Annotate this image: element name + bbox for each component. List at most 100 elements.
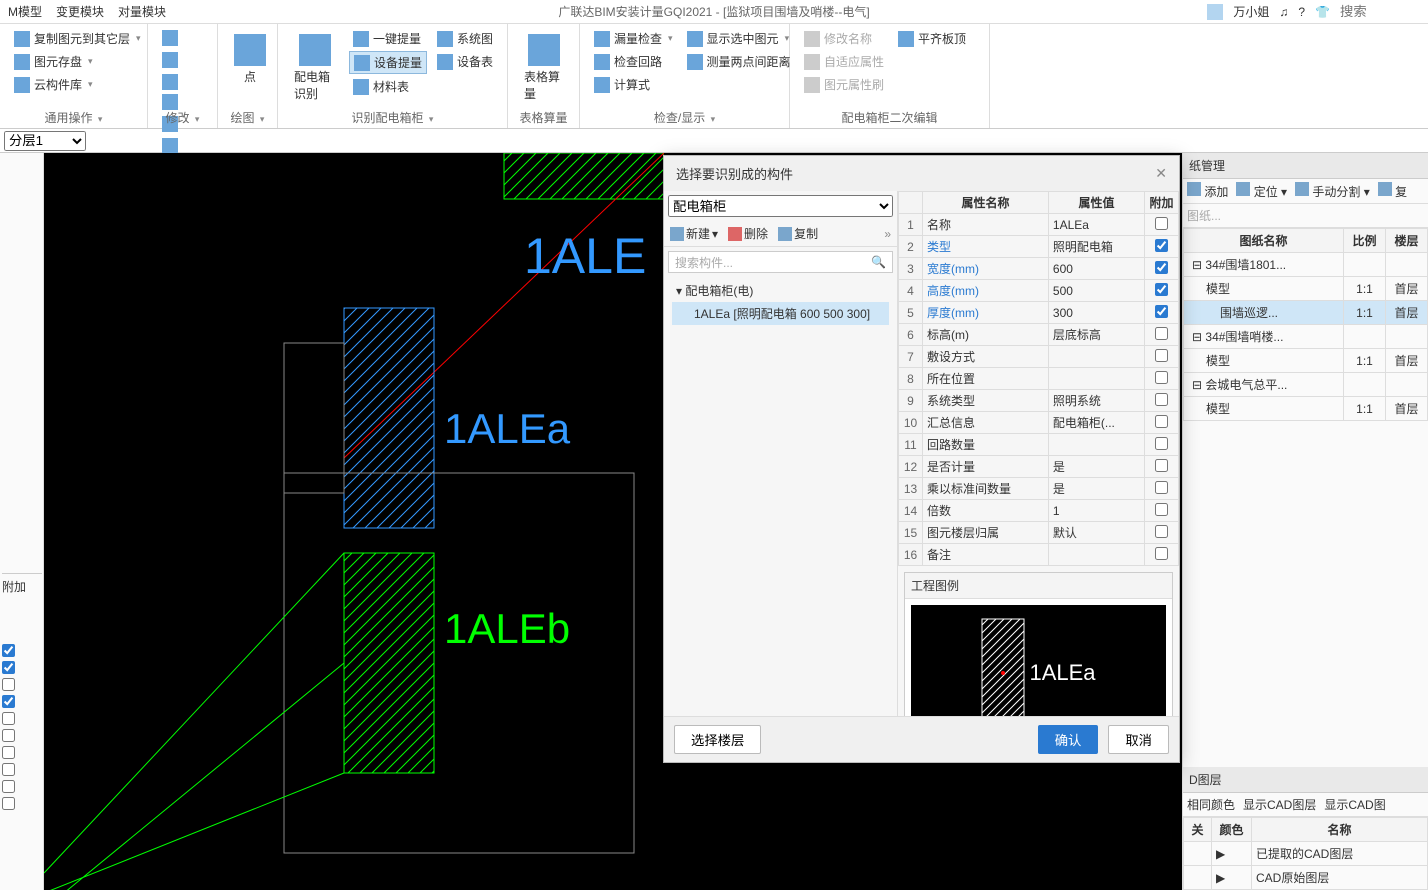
prop-row[interactable]: 12是否计量是 bbox=[899, 456, 1179, 478]
floor-bar: 分层1 bbox=[0, 129, 1428, 153]
measure-dist[interactable]: 测量两点间距离 bbox=[683, 51, 795, 72]
table-calc[interactable]: 表格算量 bbox=[518, 28, 569, 108]
select-component-dialog: 选择要识别成的构件 ✕ 配电箱柜 新建 ▾ 删除 复制 » 搜索构件...🔍 ▾… bbox=[663, 155, 1180, 763]
ok-button[interactable]: 确认 bbox=[1038, 725, 1099, 754]
copy-to-layers[interactable]: 复制图元到其它层▾ bbox=[10, 28, 145, 49]
group-label: 表格算量 bbox=[519, 109, 567, 126]
system-diagram[interactable]: 系统图 bbox=[433, 28, 497, 49]
global-search[interactable] bbox=[1340, 4, 1420, 19]
chk6[interactable] bbox=[2, 729, 15, 742]
shirt-icon[interactable]: 👕 bbox=[1315, 5, 1330, 19]
search-icon: 🔍 bbox=[871, 255, 886, 269]
copy-button[interactable]: 复制 bbox=[778, 225, 818, 242]
prop-row[interactable]: 11回路数量 bbox=[899, 434, 1179, 456]
calc-expr[interactable]: 计算式 bbox=[590, 74, 677, 95]
prop-row[interactable]: 10汇总信息配电箱柜(... bbox=[899, 412, 1179, 434]
chk8[interactable] bbox=[2, 763, 15, 776]
left-sidebar: 附加 bbox=[0, 153, 44, 890]
menu-change[interactable]: 变更模块 bbox=[56, 3, 104, 20]
show-cad[interactable]: 显示CAD图 bbox=[1324, 796, 1385, 813]
modify-b[interactable] bbox=[158, 50, 182, 70]
drawing-row[interactable]: 围墙巡逻...1:1首层 bbox=[1184, 301, 1428, 325]
prop-row[interactable]: 2类型照明配电箱 bbox=[899, 236, 1179, 258]
prop-row[interactable]: 4高度(mm)500 bbox=[899, 280, 1179, 302]
drawing-row[interactable]: ⊟ 34#围墙1801... bbox=[1184, 253, 1428, 277]
help-icon[interactable]: ? bbox=[1298, 5, 1305, 19]
draw-point[interactable]: 点 bbox=[228, 28, 272, 91]
layer-row[interactable]: ▶CAD原始图层 bbox=[1184, 866, 1428, 890]
show-selected[interactable]: 显示选中图元▾ bbox=[683, 28, 795, 49]
tree-item-1alea[interactable]: 1ALEa [照明配电箱 600 500 300] bbox=[672, 302, 889, 325]
prop-row[interactable]: 9系统类型照明系统 bbox=[899, 390, 1179, 412]
locate-drawing[interactable]: 定位 ▾ bbox=[1236, 182, 1287, 200]
align-slab-top[interactable]: 平齐板顶 bbox=[894, 28, 970, 49]
menu-model[interactable]: M模型 bbox=[8, 3, 42, 20]
prop-row[interactable]: 6标高(m)层底标高 bbox=[899, 324, 1179, 346]
device-table[interactable]: 设备表 bbox=[433, 51, 497, 72]
modify-c[interactable] bbox=[158, 72, 182, 92]
drawing-search[interactable]: 图纸... bbox=[1187, 207, 1221, 224]
drawing-row[interactable]: 模型1:1首层 bbox=[1184, 277, 1428, 301]
group-label: 检查/显示 ▾ bbox=[654, 109, 715, 126]
more-icon[interactable]: » bbox=[884, 225, 891, 242]
prop-row[interactable]: 8所在位置 bbox=[899, 368, 1179, 390]
prop-row[interactable]: 7敷设方式 bbox=[899, 346, 1179, 368]
save-elements[interactable]: 图元存盘▾ bbox=[10, 51, 145, 72]
prop-row[interactable]: 16备注 bbox=[899, 544, 1179, 566]
drawing-row[interactable]: ⊟ 会城电气总平... bbox=[1184, 373, 1428, 397]
drawings-table[interactable]: 图纸名称比例楼层 ⊟ 34#围墙1801...模型1:1首层围墙巡逻...1:1… bbox=[1183, 228, 1428, 421]
dialog-title: 选择要识别成的构件 bbox=[676, 164, 793, 183]
component-search[interactable]: 搜索构件...🔍 bbox=[668, 251, 893, 273]
chk2[interactable] bbox=[2, 661, 15, 674]
panel-recognize[interactable]: 配电箱识别 bbox=[288, 28, 343, 108]
drawing-row[interactable]: 模型1:1首层 bbox=[1184, 349, 1428, 373]
avatar[interactable] bbox=[1207, 4, 1223, 20]
close-icon[interactable]: ✕ bbox=[1155, 165, 1167, 182]
floor-select[interactable]: 分层1 bbox=[4, 131, 86, 151]
category-select[interactable]: 配电箱柜 bbox=[668, 195, 893, 217]
cad-layer-header: D图层 bbox=[1183, 767, 1428, 793]
menu-compare[interactable]: 对量模块 bbox=[118, 3, 166, 20]
chk7[interactable] bbox=[2, 746, 15, 759]
show-cad-layer[interactable]: 显示CAD图层 bbox=[1243, 796, 1316, 813]
chk1[interactable] bbox=[2, 644, 15, 657]
drawing-row[interactable]: 模型1:1首层 bbox=[1184, 397, 1428, 421]
manual-split[interactable]: 手动分割 ▾ bbox=[1295, 182, 1370, 200]
modify-a[interactable] bbox=[158, 28, 182, 48]
chk5[interactable] bbox=[2, 712, 15, 725]
prop-row[interactable]: 15图元楼层归属默认 bbox=[899, 522, 1179, 544]
prop-brush: 图元属性刷 bbox=[800, 74, 888, 95]
one-key-qty[interactable]: 一键提量 bbox=[349, 28, 427, 49]
right-panel: 纸管理 添加 定位 ▾ 手动分割 ▾ 复 图纸... 图纸名称比例楼层 ⊟ 34… bbox=[1182, 153, 1428, 890]
leak-check[interactable]: 漏量检查▾ bbox=[590, 28, 677, 49]
prop-row[interactable]: 1名称1ALEa bbox=[899, 214, 1179, 236]
property-table[interactable]: 属性名称属性值附加 1名称1ALEa2类型照明配电箱3宽度(mm)6004高度(… bbox=[898, 191, 1179, 566]
legend-panel: 工程图例 1ALEa bbox=[904, 572, 1173, 716]
delete-button[interactable]: 删除 bbox=[728, 225, 768, 242]
chk9[interactable] bbox=[2, 780, 15, 793]
cancel-button[interactable]: 取消 bbox=[1108, 725, 1169, 754]
chk3[interactable] bbox=[2, 678, 15, 691]
prop-row[interactable]: 13乘以标准间数量是 bbox=[899, 478, 1179, 500]
layer-row[interactable]: ▶已提取的CAD图层 bbox=[1184, 842, 1428, 866]
material-table[interactable]: 材料表 bbox=[349, 76, 427, 97]
copy-drawing[interactable]: 复 bbox=[1378, 182, 1407, 200]
prop-row[interactable]: 5厚度(mm)300 bbox=[899, 302, 1179, 324]
cloud-library[interactable]: 云构件库▾ bbox=[10, 74, 145, 95]
prop-row[interactable]: 3宽度(mm)600 bbox=[899, 258, 1179, 280]
check-circuit[interactable]: 检查回路 bbox=[590, 51, 677, 72]
left-label: 附加 bbox=[2, 573, 42, 595]
chk4[interactable] bbox=[2, 695, 15, 708]
chk10[interactable] bbox=[2, 797, 15, 810]
add-drawing[interactable]: 添加 bbox=[1187, 182, 1228, 200]
device-qty[interactable]: 设备提量 bbox=[349, 51, 427, 74]
same-color[interactable]: 相同颜色 bbox=[1187, 796, 1235, 813]
prop-row[interactable]: 14倍数1 bbox=[899, 500, 1179, 522]
select-floor-button[interactable]: 选择楼层 bbox=[674, 725, 761, 754]
group-label: 通用操作 ▾ bbox=[45, 109, 103, 126]
headset-icon[interactable]: ♫ bbox=[1279, 5, 1288, 19]
app-title: 广联达BIM安装计量GQI2021 - [监狱项目围墙及哨楼--电气] bbox=[558, 3, 869, 20]
drawing-row[interactable]: ⊟ 34#围墙哨楼... bbox=[1184, 325, 1428, 349]
tree-root[interactable]: ▾ 配电箱柜(电) bbox=[672, 279, 889, 302]
new-button[interactable]: 新建 ▾ bbox=[670, 225, 718, 242]
